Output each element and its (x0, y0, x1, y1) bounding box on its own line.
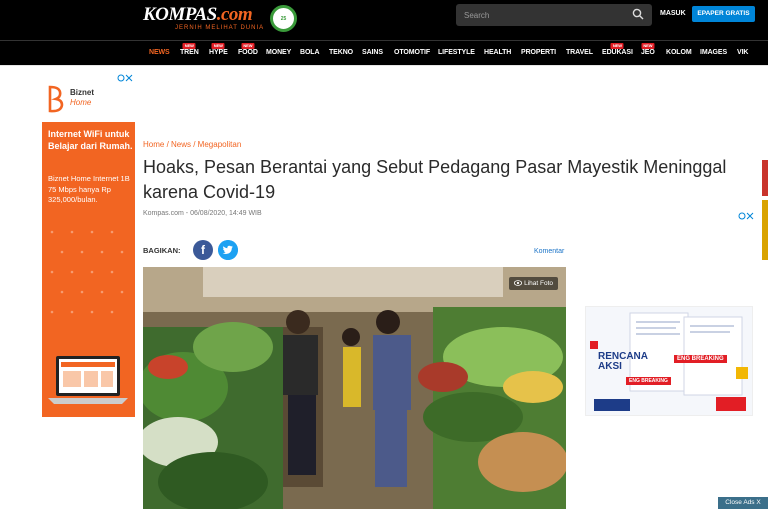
view-photo-button[interactable]: Lihat Foto (509, 277, 558, 290)
nav-item-properti[interactable]: PROPERTI (521, 49, 556, 56)
nav-item-label: KOLOM (666, 49, 692, 56)
nav-item-label: SAINS (362, 49, 383, 56)
nav-item-tekno[interactable]: TEKNO (329, 49, 353, 56)
right-ad[interactable]: RENCANA AKSI ENG BREAKING ENG BREAKING (585, 212, 754, 417)
nav-item-label: BOLA (300, 49, 320, 56)
new-badge: NEW (182, 43, 196, 49)
breadcrumb[interactable]: Home / News / Megapolitan (143, 140, 241, 149)
new-badge: NEW (610, 43, 624, 49)
ad-pattern-icon (50, 230, 124, 314)
nav-item-hype[interactable]: HYPE NEW (209, 43, 228, 56)
ad-brand: Biznet (70, 88, 94, 97)
divider (0, 65, 768, 66)
biznet-logo-icon (48, 85, 64, 113)
ad-image[interactable]: RENCANA AKSI ENG BREAKING ENG BREAKING (585, 306, 753, 416)
nav-item-label: VIK (737, 49, 749, 56)
nav-item-label: LIFESTYLE (438, 49, 475, 56)
side-ad-edge (762, 160, 768, 196)
ad-body: Internet WiFi untuk Belajar dari Rumah. … (42, 122, 135, 417)
side-ad-edge-2 (762, 200, 768, 260)
nav-item-jeo[interactable]: JEO NEW (641, 43, 655, 56)
tagline: JERNIH MELIHAT DUNIA (175, 25, 265, 31)
ad-title: RENCANA AKSI (598, 351, 648, 372)
search-input[interactable] (464, 8, 624, 22)
new-badge: NEW (641, 43, 655, 49)
nav-item-news[interactable]: NEWS (149, 49, 170, 56)
nav-item-lifestyle[interactable]: LIFESTYLE (438, 49, 475, 56)
facebook-share-icon[interactable]: f (193, 240, 213, 260)
nav-item-label: TEKNO (329, 49, 354, 56)
article-title: Hoaks, Pesan Berantai yang Sebut Pedagan… (143, 157, 727, 202)
nav-item-label: OTOMOTIF (394, 49, 431, 56)
market-photo-image (143, 267, 566, 509)
ad-brand-sub: Home (70, 98, 92, 107)
adchoices-icon[interactable] (117, 74, 133, 82)
nav-item-images[interactable]: IMAGES (700, 49, 727, 56)
nav-item-label: MONEY (266, 49, 292, 56)
close-ads-button[interactable]: Close Ads X (718, 497, 768, 509)
anniversary-badge-icon: 25 (270, 5, 297, 32)
nav-item-label: NEWS (149, 49, 170, 56)
nav-item-food[interactable]: FOOD NEW (238, 43, 258, 56)
search-icon[interactable] (632, 8, 644, 20)
nav-item-health[interactable]: HEALTH (484, 49, 511, 56)
ad-text: Biznet Home Internet 1B 75 Mbps hanya Rp… (48, 174, 130, 204)
nav-item-label: PROPERTI (521, 49, 556, 56)
adchoices-icon[interactable] (738, 212, 754, 220)
nav-item-vik[interactable]: VIK (737, 49, 748, 56)
ad-headline: Internet WiFi untuk Belajar dari Rumah. (48, 129, 133, 151)
share-label: BAGIKAN: (143, 246, 181, 255)
nav-item-travel[interactable]: TRAVEL (566, 49, 593, 56)
epaper-button[interactable]: EPAPER GRATIS (692, 6, 755, 22)
nav-item-sains[interactable]: SAINS (362, 49, 383, 56)
login-link[interactable]: MASUK (660, 10, 686, 17)
eye-icon (513, 280, 523, 287)
nav-item-tren[interactable]: TREN NEW (180, 43, 199, 56)
nav-item-label: IMAGES (700, 49, 728, 56)
nav-item-label: EDUKASI (602, 49, 633, 56)
nav-item-label: TRAVEL (566, 49, 593, 56)
nav-item-otomotif[interactable]: OTOMOTIF (394, 49, 430, 56)
biznet-ad[interactable]: Biznet Home Internet WiFi untuk Belajar … (42, 74, 135, 417)
ad-badge-2: ENG BREAKING (626, 377, 671, 385)
main-nav: NEWS TREN NEW HYPE NEW FOOD NEW MONEY BOLA TEKNO S… (0, 40, 768, 65)
nav-item-label: FOOD (238, 49, 258, 56)
laptop-icon (48, 356, 128, 404)
ad-badge: ENG BREAKING (674, 355, 727, 363)
nav-item-label: JEO (641, 49, 655, 56)
top-bar: KOMPAS.com JERNIH MELIHAT DUNIA 25 MASUK… (0, 0, 768, 40)
nav-item-label: TREN (180, 49, 199, 56)
ad-header: Biznet Home (42, 83, 135, 122)
comment-link[interactable]: Komentar (534, 248, 564, 255)
search-box[interactable] (456, 4, 652, 26)
article-photo[interactable]: Lihat Foto (143, 267, 566, 509)
new-badge: NEW (241, 43, 255, 49)
nav-item-kolom[interactable]: KOLOM (666, 49, 692, 56)
nav-item-label: HEALTH (484, 49, 512, 56)
kompas-logo[interactable]: KOMPAS.com (143, 4, 253, 26)
new-badge: NEW (211, 43, 225, 49)
nav-item-label: HYPE (209, 49, 228, 56)
article-meta: Kompas.com - 06/08/2020, 14:49 WIB (143, 210, 262, 217)
nav-item-money[interactable]: MONEY (266, 49, 291, 56)
twitter-share-icon[interactable] (218, 240, 238, 260)
nav-item-bola[interactable]: BOLA (300, 49, 320, 56)
nav-item-edukasi[interactable]: EDUKASI NEW (602, 43, 633, 56)
